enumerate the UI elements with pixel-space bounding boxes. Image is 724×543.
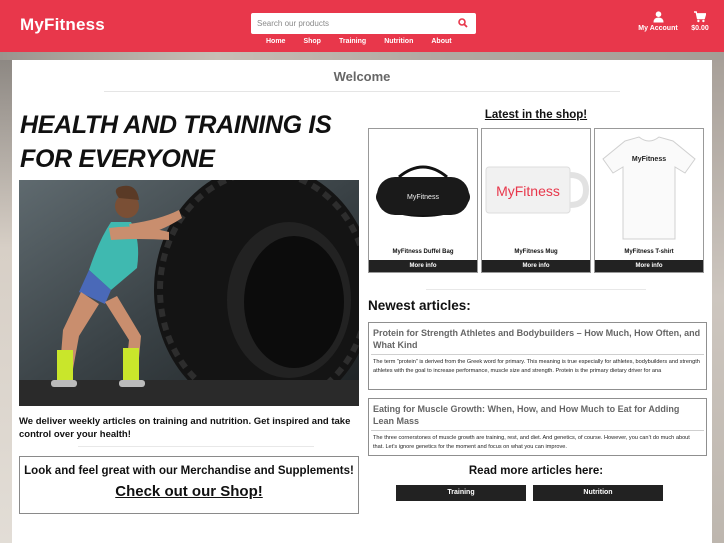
product-list: MyFitness MyFitness Duffel Bag More info… bbox=[368, 128, 705, 274]
tagline-text: We deliver weekly articles on training a… bbox=[19, 416, 351, 440]
mug-image: MyFitness bbox=[485, 166, 590, 214]
welcome-heading: Welcome bbox=[333, 69, 391, 84]
read-more-heading: Read more articles here: bbox=[468, 465, 604, 477]
tshirt-image: MyFitness bbox=[602, 136, 696, 240]
more-info-button[interactable]: More info bbox=[595, 260, 703, 272]
main-content: Welcome HEALTH AND TRAINING IS FOR EVERY… bbox=[12, 60, 712, 543]
tshirt-print: MyFitness bbox=[632, 156, 666, 163]
shop-link[interactable]: Check out our Shop! bbox=[115, 483, 263, 500]
top-header: MyFitness Home Shop Training Nutrition A… bbox=[0, 0, 724, 52]
article-title[interactable]: Eating for Muscle Growth: When, How, and… bbox=[369, 399, 706, 430]
product-card-mug[interactable]: MyFitness MyFitness Mug More info bbox=[481, 128, 591, 273]
training-button[interactable]: Training bbox=[396, 485, 526, 501]
mug-print: MyFitness bbox=[496, 183, 560, 199]
product-name: MyFitness Mug bbox=[514, 249, 558, 255]
my-account-button[interactable]: My Account bbox=[636, 11, 680, 32]
article-excerpt: The term “protein” is derived from the G… bbox=[373, 359, 700, 374]
more-info-button[interactable]: More info bbox=[482, 260, 590, 272]
more-info-button[interactable]: More info bbox=[369, 260, 477, 272]
divider bbox=[78, 446, 314, 447]
cart-total: $0.00 bbox=[691, 25, 709, 32]
cart-button[interactable]: $0.00 bbox=[688, 11, 712, 32]
search-input[interactable] bbox=[251, 13, 451, 34]
product-name: MyFitness T-shirt bbox=[624, 249, 674, 255]
nav-about[interactable]: About bbox=[431, 38, 451, 45]
article-excerpt: The three cornerstones of muscle growth … bbox=[373, 435, 690, 450]
article-card[interactable]: Eating for Muscle Growth: When, How, and… bbox=[368, 398, 707, 456]
divider bbox=[426, 289, 646, 290]
nav-training[interactable]: Training bbox=[339, 38, 366, 45]
nav-shop[interactable]: Shop bbox=[303, 38, 321, 45]
main-nav: Home Shop Training Nutrition About bbox=[266, 38, 470, 45]
hero-title: HEALTH AND TRAINING IS FOR EVERYONE bbox=[20, 111, 332, 173]
background-photo-left bbox=[0, 52, 12, 543]
background-photo-right bbox=[712, 52, 724, 543]
user-icon bbox=[653, 11, 663, 23]
product-card-tshirt[interactable]: MyFitness MyFitness T-shirt More info bbox=[594, 128, 704, 273]
duffel-print: MyFitness bbox=[407, 194, 439, 201]
product-card-duffel[interactable]: MyFitness MyFitness Duffel Bag More info bbox=[368, 128, 478, 273]
cart-icon bbox=[694, 11, 706, 23]
newest-articles-heading: Newest articles: bbox=[368, 298, 471, 313]
nutrition-button[interactable]: Nutrition bbox=[533, 485, 663, 501]
shop-heading[interactable]: Latest in the shop! bbox=[368, 109, 704, 121]
duffel-bag-image: MyFitness bbox=[376, 165, 470, 217]
article-card[interactable]: Protein for Strength Athletes and Bodybu… bbox=[368, 322, 707, 390]
product-name: MyFitness Duffel Bag bbox=[392, 249, 454, 255]
background-photo-top bbox=[0, 52, 724, 60]
search-icon[interactable] bbox=[458, 18, 468, 28]
my-account-label: My Account bbox=[638, 25, 678, 32]
nav-home[interactable]: Home bbox=[266, 38, 285, 45]
article-title[interactable]: Protein for Strength Athletes and Bodybu… bbox=[369, 323, 706, 354]
merch-text: Look and feel great with our Merchandise… bbox=[24, 465, 354, 477]
divider bbox=[104, 91, 620, 92]
merch-banner: Look and feel great with our Merchandise… bbox=[19, 456, 359, 514]
hero-image bbox=[19, 180, 359, 406]
search-bar bbox=[251, 13, 476, 34]
site-logo[interactable]: MyFitness bbox=[20, 15, 105, 35]
nav-nutrition[interactable]: Nutrition bbox=[384, 38, 413, 45]
